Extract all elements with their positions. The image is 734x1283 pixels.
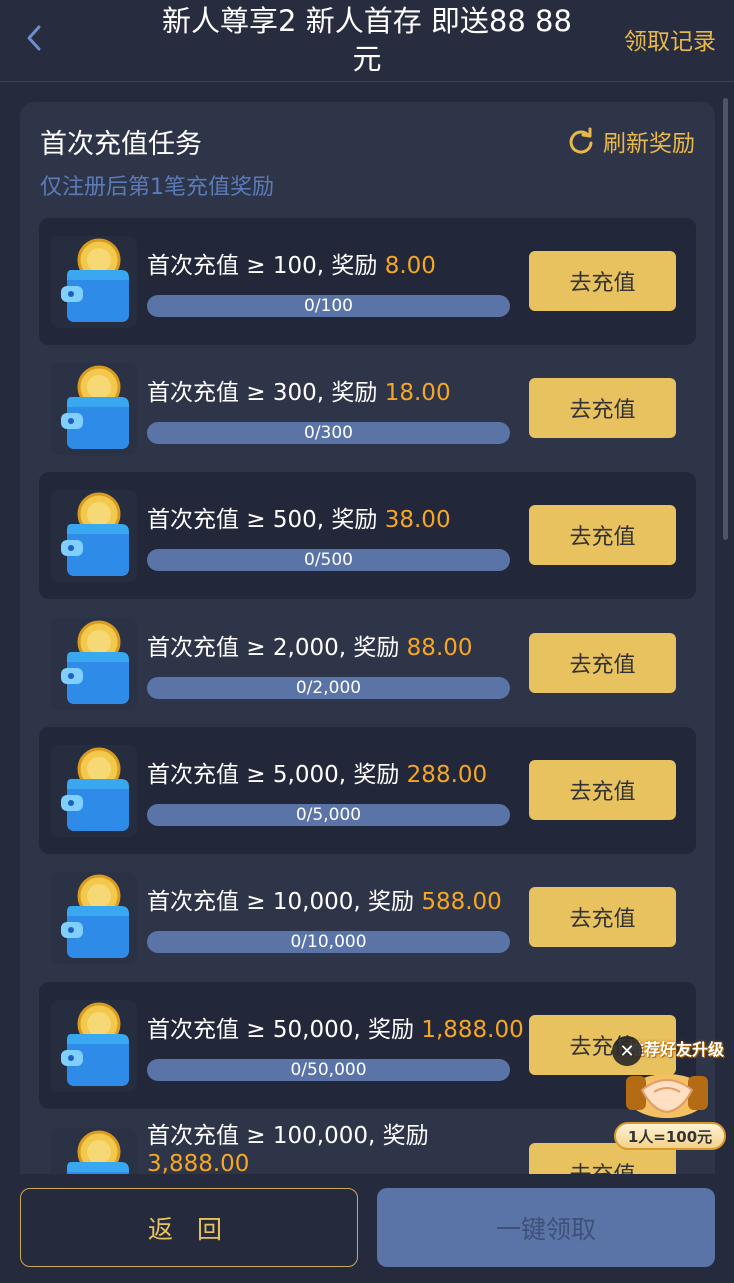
task-reward-amount: 8.00 <box>384 253 436 279</box>
task-progress-bar: 0/2,000 <box>147 677 510 699</box>
promo-tag: 1人=100元 <box>614 1122 726 1150</box>
wallet-coin-icon <box>51 363 137 455</box>
task-progress-bar: 0/50,000 <box>147 1059 510 1081</box>
task-condition: 首次充值 ≥ 5,000, 奖励 288.00 <box>147 755 487 789</box>
wallet-coin-icon <box>51 745 137 837</box>
task-condition-label: 首次充值 ≥ 50,000, 奖励 <box>147 1017 422 1043</box>
refresh-icon <box>569 127 593 154</box>
task-condition: 首次充值 ≥ 300, 奖励 18.00 <box>147 373 451 407</box>
go-recharge-button[interactable]: 去充值 <box>529 378 676 438</box>
card-title: 首次充值任务 <box>40 129 202 160</box>
go-recharge-button[interactable]: 去充值 <box>529 887 676 947</box>
close-icon[interactable]: ✕ <box>612 1036 642 1066</box>
wallet-coin-icon <box>51 1000 137 1092</box>
task-row: 首次充值 ≥ 10,000, 奖励 588.00 0/10,000 去充值 <box>39 854 696 981</box>
task-progress-bar: 0/300 <box>147 422 510 444</box>
task-progress-bar: 0/10,000 <box>147 931 510 953</box>
task-row: 首次充值 ≥ 100,000, 奖励 3,888.00去充值 <box>39 1110 696 1174</box>
task-reward-amount: 38.00 <box>384 507 451 533</box>
task-row: 首次充值 ≥ 5,000, 奖励 288.00 0/5,000 去充值 <box>39 727 696 854</box>
task-progress-text: 0/5,000 <box>295 805 362 825</box>
task-condition-label: 首次充值 ≥ 5,000, 奖励 <box>147 762 407 788</box>
task-progress-text: 0/500 <box>304 550 353 570</box>
back-button[interactable] <box>18 20 50 56</box>
task-condition: 首次充值 ≥ 500, 奖励 38.00 <box>147 500 451 534</box>
task-condition-label: 首次充值 ≥ 300, 奖励 <box>147 380 385 406</box>
referral-promo-widget[interactable]: ✕ 推荐好友升级 1人=100元 <box>604 1030 732 1154</box>
task-condition: 首次充值 ≥ 10,000, 奖励 588.00 <box>147 882 502 916</box>
task-reward-amount: 588.00 <box>421 889 502 915</box>
task-progress-bar: 0/100 <box>147 295 510 317</box>
task-reward-amount: 288.00 <box>406 762 488 788</box>
go-recharge-button[interactable]: 去充值 <box>529 505 676 565</box>
chevron-left-icon <box>27 25 41 51</box>
scrollbar[interactable] <box>723 98 728 540</box>
refresh-rewards-button[interactable]: 刷新奖励 <box>567 124 695 158</box>
task-condition-label: 首次充值 ≥ 2,000, 奖励 <box>147 635 407 661</box>
content-scroll-area[interactable]: 首次充值任务 仅注册后第1笔充值奖励 刷新奖励 首次充值 ≥ 100, 奖励 8… <box>0 82 734 1174</box>
card-subtitle: 仅注册后第1笔充值奖励 <box>40 175 274 200</box>
wallet-coin-icon <box>51 1128 137 1174</box>
claim-history-link[interactable]: 领取记录 <box>624 22 716 56</box>
task-reward-amount: 88.00 <box>406 635 473 661</box>
task-row: 首次充值 ≥ 300, 奖励 18.00 0/300 去充值 <box>39 345 696 472</box>
task-row: 首次充值 ≥ 50,000, 奖励 1,888.00 0/50,000 去充值 <box>39 982 696 1109</box>
refresh-label: 刷新奖励 <box>603 131 695 157</box>
wallet-coin-icon <box>51 490 137 582</box>
task-reward-amount: 18.00 <box>384 380 451 406</box>
top-bar: 新人尊享2 新人首存 即送88 88元 领取记录 <box>0 0 734 82</box>
task-row: 首次充值 ≥ 2,000, 奖励 88.00 0/2,000 去充值 <box>39 600 696 727</box>
task-condition-label: 首次充值 ≥ 10,000, 奖励 <box>147 889 422 915</box>
go-recharge-button[interactable]: 去充值 <box>529 633 676 693</box>
recharge-task-card: 首次充值任务 仅注册后第1笔充值奖励 刷新奖励 首次充值 ≥ 100, 奖励 8… <box>20 102 715 1174</box>
task-row: 首次充值 ≥ 500, 奖励 38.00 0/500 去充值 <box>39 472 696 599</box>
task-progress-text: 0/100 <box>304 296 353 316</box>
task-progress-text: 0/50,000 <box>290 1060 367 1080</box>
task-reward-amount: 1,888.00 <box>421 1017 524 1043</box>
task-condition: 首次充值 ≥ 50,000, 奖励 1,888.00 <box>147 1010 524 1044</box>
task-progress-text: 0/300 <box>304 423 353 443</box>
task-condition: 首次充值 ≥ 100,000, 奖励 3,888.00 <box>147 1122 507 1174</box>
task-reward-amount: 3,888.00 <box>147 1151 250 1174</box>
claim-all-button[interactable]: 一键领取 <box>377 1188 715 1267</box>
task-condition: 首次充值 ≥ 100, 奖励 8.00 <box>147 246 436 280</box>
task-progress-text: 0/2,000 <box>295 678 362 698</box>
task-progress-text: 0/10,000 <box>290 932 367 952</box>
task-row: 首次充值 ≥ 100, 奖励 8.00 0/100 去充值 <box>39 218 696 345</box>
go-recharge-button[interactable]: 去充值 <box>529 251 676 311</box>
task-condition-label: 首次充值 ≥ 100,000, 奖励 <box>147 1123 429 1149</box>
bottom-action-bar: 返 回 一键领取 <box>0 1174 734 1283</box>
task-progress-bar: 0/500 <box>147 549 510 571</box>
return-button[interactable]: 返 回 <box>20 1188 358 1267</box>
task-condition: 首次充值 ≥ 2,000, 奖励 88.00 <box>147 628 473 662</box>
handshake-icon <box>626 1074 708 1118</box>
go-recharge-button[interactable]: 去充值 <box>529 760 676 820</box>
page-title: 新人尊享2 新人首存 即送88 88元 <box>162 4 572 76</box>
task-condition-label: 首次充值 ≥ 100, 奖励 <box>147 253 385 279</box>
wallet-coin-icon <box>51 618 137 710</box>
task-progress-bar: 0/5,000 <box>147 804 510 826</box>
wallet-coin-icon <box>51 236 137 328</box>
task-condition-label: 首次充值 ≥ 500, 奖励 <box>147 507 385 533</box>
wallet-coin-icon <box>51 872 137 964</box>
